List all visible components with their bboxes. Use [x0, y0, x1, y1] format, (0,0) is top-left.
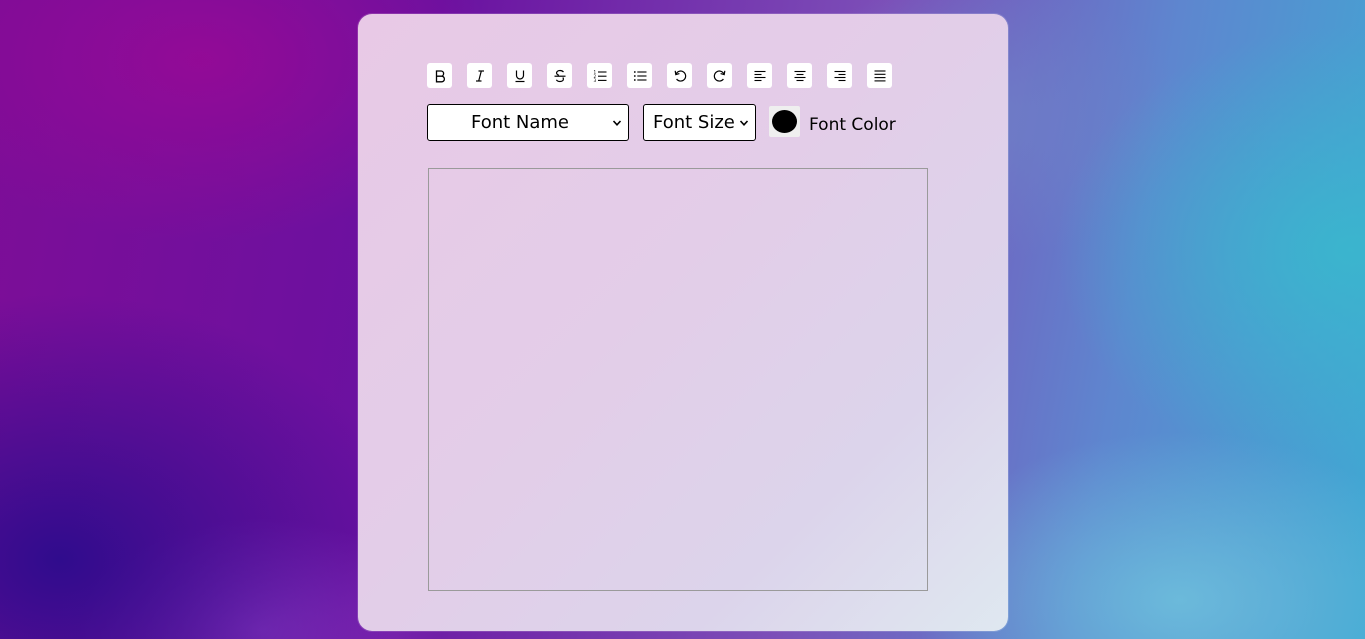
justify-icon	[874, 69, 885, 81]
editor-card: 1 2 3 Font Name Font Size Font Color	[358, 14, 1008, 631]
text-editor-area[interactable]	[428, 168, 928, 591]
svg-text:3: 3	[593, 78, 596, 83]
ordered-list-icon: 1 2 3	[593, 69, 606, 83]
strikethrough-icon	[554, 69, 565, 82]
justify-button[interactable]	[867, 63, 892, 88]
chevron-down-icon	[612, 119, 622, 126]
redo-icon	[713, 70, 725, 82]
unordered-list-button[interactable]	[627, 63, 652, 88]
undo-icon	[674, 70, 686, 82]
bold-button[interactable]	[427, 63, 452, 88]
align-right-icon	[834, 70, 845, 81]
italic-button[interactable]	[467, 63, 492, 88]
italic-icon	[475, 69, 484, 82]
font-name-value: Font Name	[470, 112, 569, 133]
align-right-button[interactable]	[827, 63, 852, 88]
align-center-button[interactable]	[787, 63, 812, 88]
align-left-button[interactable]	[747, 63, 772, 88]
underline-button[interactable]	[507, 63, 532, 88]
ordered-list-button[interactable]: 1 2 3	[587, 63, 612, 88]
undo-button[interactable]	[667, 63, 692, 88]
font-color-swatch	[772, 110, 797, 133]
strikethrough-button[interactable]	[547, 63, 572, 88]
formatting-toolbar: 1 2 3	[427, 63, 892, 88]
align-left-icon	[754, 70, 765, 81]
chevron-down-icon	[739, 119, 749, 126]
font-size-value: Font Size	[653, 112, 735, 133]
font-name-select[interactable]: Font Name	[427, 104, 629, 141]
align-center-icon	[794, 70, 805, 81]
font-color-picker[interactable]	[769, 106, 800, 137]
font-color-label: Font Color	[809, 115, 896, 135]
underline-icon	[515, 70, 524, 82]
unordered-list-icon	[633, 70, 646, 81]
redo-button[interactable]	[707, 63, 732, 88]
bold-icon	[435, 69, 445, 82]
font-size-select[interactable]: Font Size	[643, 104, 756, 141]
